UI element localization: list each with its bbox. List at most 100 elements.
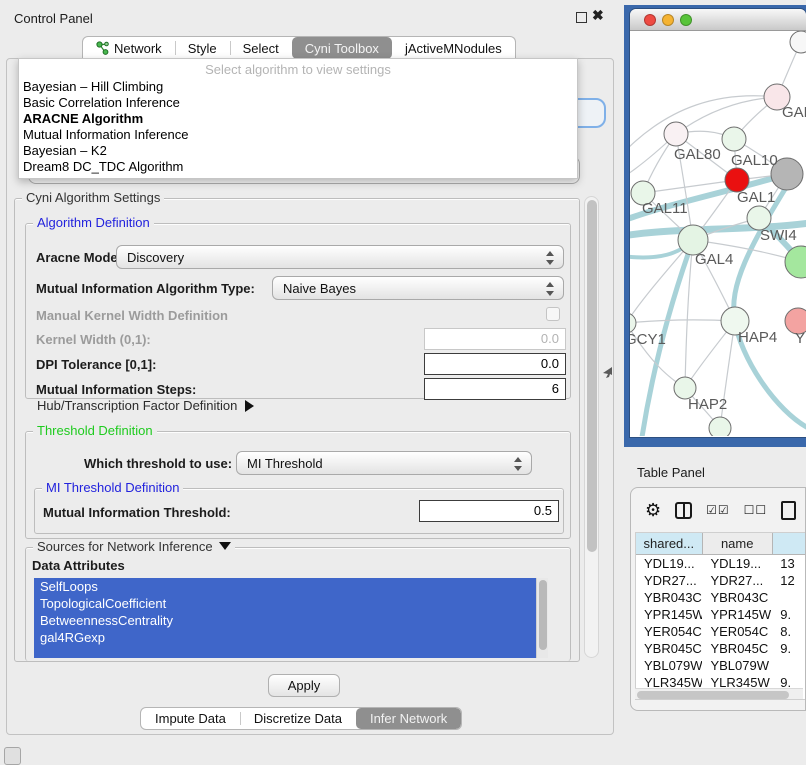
attribute-item[interactable]: SelfLoops [34, 578, 548, 595]
table-hscrollbar-thumb[interactable] [637, 691, 789, 699]
mi-steps-input[interactable]: 6 [424, 378, 566, 400]
close-light[interactable] [644, 14, 656, 26]
algorithm-option[interactable]: Basic Correlation Inference [19, 95, 577, 111]
mi-type-label: Mutual Information Algorithm Type: [36, 281, 255, 296]
table-cell[interactable]: YBR043C [702, 589, 772, 606]
table-cell[interactable]: 12 [772, 572, 806, 589]
table-cell[interactable] [772, 657, 806, 674]
mi-threshold-title: MI Threshold Definition [42, 480, 183, 495]
table-cell[interactable] [772, 589, 806, 606]
hub-definition-toggle[interactable]: Hub/Transcription Factor Definition [37, 398, 254, 413]
algorithm-option[interactable]: Bayesian – K2 [19, 143, 577, 159]
network-edge[interactable] [676, 97, 777, 134]
column-header-name[interactable]: name [703, 533, 773, 555]
table-row[interactable]: YBR045CYBR045C9. [636, 640, 806, 657]
sources-title[interactable]: Sources for Network Inference [33, 539, 235, 554]
table-row[interactable]: YPR145WYPR145W9. [636, 606, 806, 623]
column-header-partial[interactable] [773, 533, 806, 555]
mi-type-select[interactable]: Naive Bayes [272, 276, 564, 300]
float-icon[interactable] [576, 12, 587, 23]
table-cell[interactable]: YBL079W [702, 657, 772, 674]
network-view-window[interactable]: GALGAL80GAL10GAL1GAL11SWI4GAL4GCY1HAP4YH… [630, 9, 806, 437]
settings-scrollbar[interactable] [584, 196, 599, 658]
table-cell[interactable]: YDR27... [636, 572, 702, 589]
network-edge[interactable] [630, 320, 735, 323]
threshold-definition-title: Threshold Definition [33, 423, 157, 438]
tab-cyni-toolbox[interactable]: Cyni Toolbox [292, 37, 392, 59]
algorithm-option[interactable]: Dream8 DC_TDC Algorithm [19, 159, 577, 175]
table-cell[interactable]: YDL19... [636, 555, 702, 572]
data-attributes-list[interactable]: SelfLoopsTopologicalCoefficientBetweenne… [34, 578, 548, 658]
network-node-gcy1[interactable] [630, 313, 636, 333]
network-edge[interactable] [630, 96, 777, 151]
tab-style[interactable]: Style [175, 37, 230, 59]
attribute-item[interactable]: gal4RGexp [34, 629, 548, 646]
table-row[interactable]: YER054CYER054C8. [636, 623, 806, 640]
minimize-light[interactable] [662, 14, 674, 26]
tab-label: Discretize Data [254, 711, 342, 726]
table-cell[interactable]: YDL19... [702, 555, 772, 572]
zoom-light[interactable] [680, 14, 692, 26]
manual-kernel-checkbox[interactable] [546, 307, 560, 321]
attribute-item-partial[interactable] [34, 646, 548, 658]
table-row[interactable]: YBR043CYBR043C [636, 589, 806, 606]
minimized-panel-icon[interactable] [4, 747, 21, 765]
tab-select[interactable]: Select [230, 37, 292, 59]
unchecked-pair-icon[interactable]: ☐☐ [744, 503, 768, 517]
table-cell[interactable]: 8. [772, 623, 806, 640]
network-node-gal80[interactable] [664, 122, 688, 146]
table-cell[interactable]: YPR145W [702, 606, 772, 623]
mi-threshold-label: Mutual Information Threshold: [43, 505, 231, 520]
table-cell[interactable]: 9. [772, 606, 806, 623]
table-cell[interactable]: 13 [772, 555, 806, 572]
algorithm-option[interactable]: Bayesian – Hill Climbing [19, 79, 577, 95]
attributes-scrollbar[interactable] [536, 578, 548, 658]
network-canvas[interactable]: GALGAL80GAL10GAL1GAL11SWI4GAL4GCY1HAP4YH… [630, 31, 806, 436]
network-node[interactable] [709, 417, 731, 436]
dpi-tolerance-input[interactable]: 0.0 [424, 353, 566, 375]
network-node-gal10[interactable] [722, 127, 746, 151]
network-edge[interactable] [630, 240, 693, 323]
node-label-gcy1: GCY1 [630, 331, 666, 348]
split-columns-icon[interactable] [675, 502, 692, 519]
aracne-mode-select[interactable]: Discovery [116, 245, 564, 269]
close-icon[interactable]: ✖ [592, 7, 604, 24]
apply-button[interactable]: Apply [268, 674, 340, 697]
which-threshold-select[interactable]: MI Threshold [236, 451, 532, 475]
table-cell[interactable]: YPR145W [636, 606, 702, 623]
table-cell[interactable]: YBR043C [636, 589, 702, 606]
table-cell[interactable]: YER054C [702, 623, 772, 640]
tab-infer-network[interactable]: Infer Network [356, 708, 461, 729]
table-toolbar: ⚙ ☑☑ ☐☐ [631, 488, 806, 532]
attributes-scrollbar-thumb[interactable] [539, 580, 547, 650]
mi-threshold-input[interactable]: 0.5 [419, 500, 559, 522]
kernel-width-input[interactable]: 0.0 [424, 328, 566, 350]
tab-jactivemnodules[interactable]: jActiveMNodules [392, 37, 515, 59]
tab-discretize-data[interactable]: Discretize Data [240, 708, 356, 729]
table-cell[interactable]: YBR045C [636, 640, 702, 657]
table-cell[interactable]: 9. [772, 640, 806, 657]
table-cell[interactable]: YBR045C [702, 640, 772, 657]
attribute-item[interactable]: TopologicalCoefficient [34, 595, 548, 612]
algorithm-option[interactable]: Mutual Information Inference [19, 127, 577, 143]
table-cell[interactable]: YBL079W [636, 657, 702, 674]
tab-impute-data[interactable]: Impute Data [141, 708, 240, 729]
settings-scrollbar-thumb[interactable] [587, 200, 597, 552]
algorithm-option[interactable]: ARACNE Algorithm [19, 111, 577, 127]
gear-icon[interactable]: ⚙ [645, 500, 661, 521]
attribute-item[interactable]: BetweennessCentrality [34, 612, 548, 629]
sources-group: Sources for Network Inference Data Attri… [25, 547, 571, 661]
column-header-shared...[interactable]: shared... [636, 533, 703, 555]
tab-network[interactable]: Network [83, 37, 175, 59]
table-cell[interactable]: YDR27... [702, 572, 772, 589]
checked-pair-icon[interactable]: ☑☑ [706, 503, 730, 517]
document-icon[interactable] [781, 501, 796, 520]
which-threshold-label: Which threshold to use: [84, 456, 232, 471]
table-cell[interactable]: YER054C [636, 623, 702, 640]
table-row[interactable]: YBL079WYBL079W [636, 657, 806, 674]
table-row[interactable]: YDR27...YDR27...12 [636, 572, 806, 589]
network-node[interactable] [790, 31, 806, 53]
table-row[interactable]: YDL19...YDL19...13 [636, 555, 806, 572]
network-window-titlebar[interactable] [630, 9, 806, 31]
table-hscrollbar[interactable] [635, 688, 803, 699]
